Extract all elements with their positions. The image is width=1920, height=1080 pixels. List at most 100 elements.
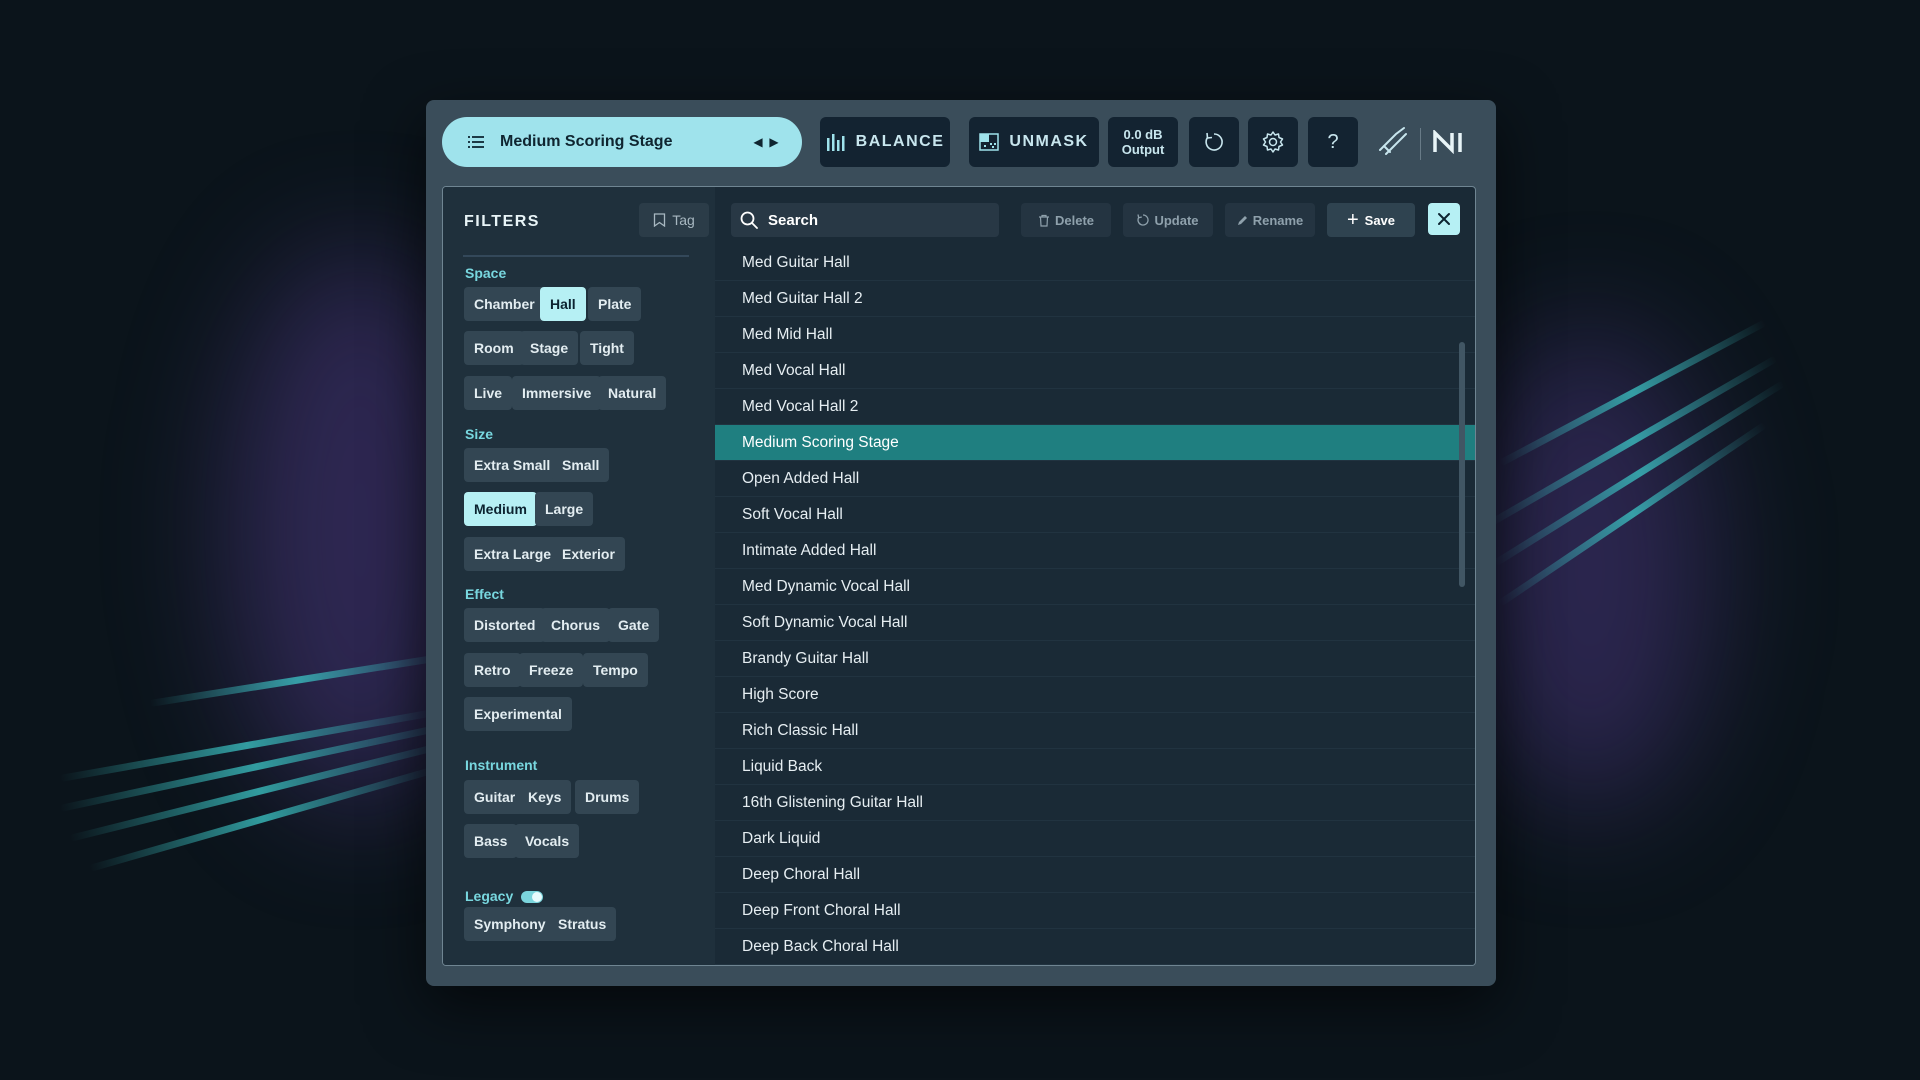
output-label: Output <box>1121 142 1165 157</box>
preset-row[interactable]: 16th Glistening Guitar Hall <box>715 785 1475 821</box>
preset-name: Medium Scoring Stage <box>500 133 673 150</box>
balance-label: BALANCE <box>855 133 945 150</box>
filter-chip-experimental[interactable]: Experimental <box>464 697 572 731</box>
next-preset-icon[interactable]: ▶ <box>766 135 782 149</box>
filter-chip-room[interactable]: Room <box>464 331 524 365</box>
refresh-icon <box>1205 132 1223 151</box>
pencil-icon <box>1237 215 1247 225</box>
delete-button[interactable]: Delete <box>1021 203 1111 237</box>
section-label-space: Space <box>465 265 507 281</box>
filter-chip-gate[interactable]: Gate <box>608 608 660 642</box>
preset-row[interactable]: Soft Dynamic Vocal Hall <box>715 605 1475 641</box>
save-button[interactable]: + Save <box>1327 203 1415 237</box>
preset-row[interactable]: Deep Choral Hall <box>715 857 1475 893</box>
unmask-button[interactable]: UNMASK <box>969 117 1099 167</box>
preset-row[interactable]: Liquid Back <box>715 749 1475 785</box>
preset-row[interactable]: Med Dynamic Vocal Hall <box>715 569 1475 605</box>
preset-list-scrollbar[interactable] <box>1459 342 1465 587</box>
filters-title: FILTERS <box>464 213 540 230</box>
legacy-toggle[interactable] <box>521 891 543 903</box>
settings-button[interactable] <box>1248 117 1298 167</box>
filter-chip-freeze[interactable]: Freeze <box>519 653 584 687</box>
filter-chip-keys[interactable]: Keys <box>518 780 572 814</box>
filter-chip-chamber[interactable]: Chamber <box>464 287 545 321</box>
plus-icon: + <box>1346 208 1359 231</box>
update-label: Update <box>1154 212 1199 228</box>
filter-chip-exterior[interactable]: Exterior <box>552 537 625 571</box>
filter-chip-large[interactable]: Large <box>535 492 594 526</box>
filters-sidebar: FILTERS Tag Space Chamber Hall Plate Roo… <box>443 187 715 965</box>
filter-chip-drums[interactable]: Drums <box>575 780 640 814</box>
filters-divider <box>463 255 689 257</box>
close-button[interactable] <box>1428 203 1460 235</box>
filter-chip-plate[interactable]: Plate <box>588 287 642 321</box>
unmask-icon <box>979 133 1000 151</box>
preset-row[interactable]: Deep Front Choral Hall <box>715 893 1475 929</box>
preset-row[interactable]: Med Guitar Hall 2 <box>715 281 1475 317</box>
close-icon <box>1438 213 1450 225</box>
preset-row[interactable]: Med Guitar Hall <box>715 245 1475 281</box>
ni-logo-icon <box>1433 130 1462 154</box>
filter-chip-retro[interactable]: Retro <box>464 653 521 687</box>
bookmark-icon <box>654 213 666 227</box>
delete-label: Delete <box>1054 212 1095 228</box>
preset-row[interactable]: Soft Vocal Hall <box>715 497 1475 533</box>
preset-browser: FILTERS Tag Space Chamber Hall Plate Roo… <box>442 186 1476 966</box>
preset-row[interactable]: Deep Back Choral Hall <box>715 929 1475 965</box>
filter-chip-bass[interactable]: Bass <box>464 824 518 858</box>
filter-chip-medium[interactable]: Medium <box>464 492 537 526</box>
preset-row[interactable]: Rich Classic Hall <box>715 713 1475 749</box>
header-divider <box>1420 128 1421 160</box>
balance-button[interactable]: BALANCE <box>820 117 950 167</box>
preset-row[interactable]: Med Vocal Hall 2 <box>715 389 1475 425</box>
filter-chip-vocals[interactable]: Vocals <box>515 824 580 858</box>
previous-preset-icon[interactable]: ◀ <box>750 135 766 149</box>
unmask-label: UNMASK <box>1009 133 1089 150</box>
preset-row-selected[interactable]: Medium Scoring Stage <box>715 425 1475 461</box>
preset-row[interactable]: Intimate Added Hall <box>715 533 1475 569</box>
filter-chip-stage[interactable]: Stage <box>520 331 579 365</box>
filter-chip-chorus[interactable]: Chorus <box>541 608 610 642</box>
filter-chip-tempo[interactable]: Tempo <box>583 653 648 687</box>
tag-button[interactable]: Tag <box>639 203 709 237</box>
filter-chip-natural[interactable]: Natural <box>598 376 667 410</box>
filter-chip-immersive[interactable]: Immersive <box>512 376 602 410</box>
rename-label: Rename <box>1252 212 1304 228</box>
preset-list: Med Guitar Hall Med Guitar Hall 2 Med Mi… <box>715 245 1475 965</box>
balance-bars-icon <box>826 134 845 151</box>
preset-row[interactable]: Brandy Guitar Hall <box>715 641 1475 677</box>
filter-chip-live[interactable]: Live <box>464 376 513 410</box>
section-label-size: Size <box>465 426 494 442</box>
filter-chip-small[interactable]: Small <box>552 448 610 482</box>
filter-chip-symphony[interactable]: Symphony <box>464 907 556 941</box>
search-input[interactable]: Search <box>731 203 999 237</box>
output-value: 0.0 dB <box>1123 127 1163 142</box>
preset-row[interactable]: High Score <box>715 677 1475 713</box>
update-icon <box>1137 214 1150 226</box>
preset-row[interactable]: Med Vocal Hall <box>715 353 1475 389</box>
update-button[interactable]: Update <box>1123 203 1213 237</box>
search-icon <box>740 211 758 229</box>
help-button[interactable]: ? <box>1308 117 1358 167</box>
plugin-link-icon[interactable] <box>1374 124 1410 160</box>
gear-icon <box>1262 131 1284 153</box>
preset-list-icon[interactable] <box>468 135 484 149</box>
output-gain-control[interactable]: 0.0 dB Output <box>1108 117 1178 167</box>
rename-button[interactable]: Rename <box>1225 203 1315 237</box>
trash-icon <box>1038 214 1049 227</box>
filter-chip-distorted[interactable]: Distorted <box>464 608 546 642</box>
filter-chip-stratus[interactable]: Stratus <box>548 907 617 941</box>
preset-row[interactable]: Med Mid Hall <box>715 317 1475 353</box>
save-label: Save <box>1364 212 1396 228</box>
plugin-window: Medium Scoring Stage ◀ ▶ BALANCE UNMASK … <box>426 100 1496 986</box>
filter-chip-guitar[interactable]: Guitar <box>464 780 526 814</box>
filter-chip-extra-small[interactable]: Extra Small <box>464 448 561 482</box>
tag-label: Tag <box>672 212 695 228</box>
filter-chip-extra-large[interactable]: Extra Large <box>464 537 562 571</box>
preset-selector[interactable]: Medium Scoring Stage ◀ ▶ <box>442 117 802 167</box>
filter-chip-hall[interactable]: Hall <box>540 287 586 321</box>
loop-button[interactable] <box>1189 117 1239 167</box>
preset-row[interactable]: Dark Liquid <box>715 821 1475 857</box>
filter-chip-tight[interactable]: Tight <box>580 331 634 365</box>
preset-row[interactable]: Open Added Hall <box>715 461 1475 497</box>
